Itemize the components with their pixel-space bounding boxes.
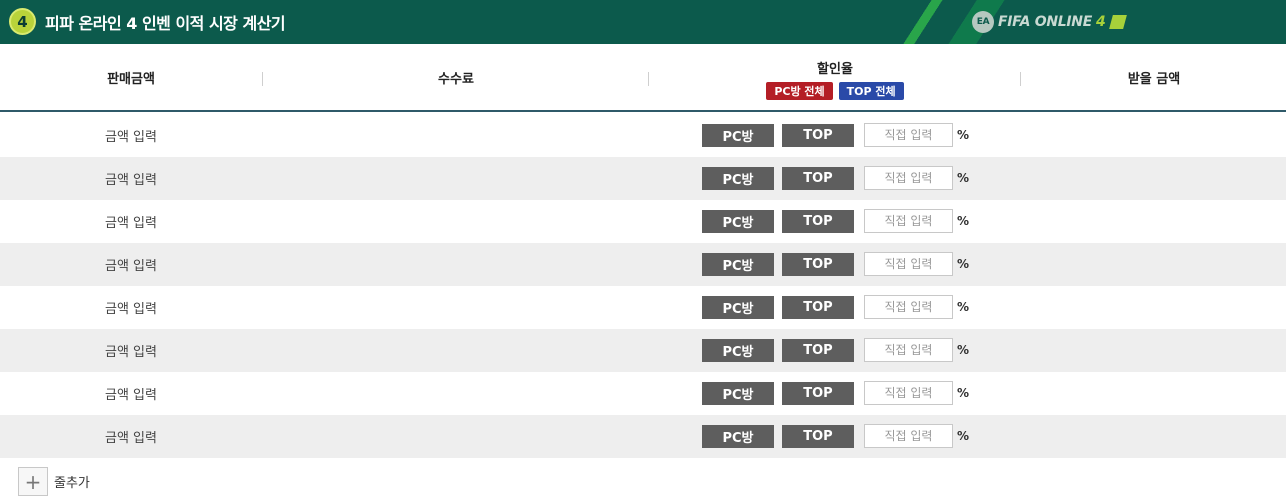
amount-input[interactable]: 금액 입력 [0,286,262,329]
top-button[interactable]: TOP [782,381,854,405]
table-row: 금액 입력 PC방 TOP % [0,286,1286,329]
add-row-button[interactable]: + [18,467,48,496]
fifa-online-logo: EA FIFA ONLINE 4 [972,10,1128,34]
table-row: 금액 입력 PC방 TOP % [0,243,1286,286]
discount-controls: PC방 TOP % [702,381,969,405]
direct-rate-input[interactable] [864,295,953,319]
pc-bang-button[interactable]: PC방 [702,295,774,319]
top-button[interactable]: TOP [782,123,854,147]
discount-controls: PC방 TOP % [702,338,969,362]
table-row: 금액 입력 PC방 TOP % [0,200,1286,243]
table-header: 판매금액 수수료 할인율 PC방 전체 TOP 전체 받을 금액 [0,44,1286,112]
discount-controls: PC방 TOP % [702,123,969,147]
table-row: 금액 입력 PC방 TOP % [0,114,1286,157]
direct-rate-input[interactable] [864,381,953,405]
discount-controls: PC방 TOP % [702,166,969,190]
fifa4-badge-icon: 4 [9,8,36,35]
pc-bang-button[interactable]: PC방 [702,381,774,405]
pc-bang-button[interactable]: PC방 [702,252,774,276]
direct-rate-input[interactable] [864,338,953,362]
top-button[interactable]: TOP [782,166,854,190]
percent-sign: % [957,128,970,142]
direct-rate-input[interactable] [864,123,953,147]
pc-bang-button[interactable]: PC방 [702,424,774,448]
table-row: 금액 입력 PC방 TOP % [0,157,1286,200]
percent-sign: % [957,171,970,185]
logo-text: FIFA ONLINE [998,14,1092,30]
top-button[interactable]: TOP [782,252,854,276]
discount-controls: PC방 TOP % [702,295,969,319]
top-all-button[interactable]: TOP 전체 [838,82,904,100]
amount-input[interactable]: 금액 입력 [0,157,262,200]
top-button[interactable]: TOP [782,209,854,233]
table-row: 금액 입력 PC방 TOP % [0,372,1286,415]
logo-slash-icon [1109,15,1128,29]
ea-logo-icon: EA [972,11,994,33]
calc-rows: 금액 입력 PC방 TOP % 금액 입력 PC방 TOP % 금액 입력 PC… [0,114,1286,458]
amount-input[interactable]: 금액 입력 [0,415,262,458]
logo-number: 4 [1095,14,1106,30]
discount-all-buttons: PC방 전체 TOP 전체 [766,82,904,100]
percent-sign: % [957,214,970,228]
top-button[interactable]: TOP [782,338,854,362]
table-row: 금액 입력 PC방 TOP % [0,415,1286,458]
header-fee: 수수료 [438,71,474,87]
direct-rate-input[interactable] [864,166,953,190]
pc-bang-button[interactable]: PC방 [702,166,774,190]
percent-sign: % [957,300,970,314]
discount-controls: PC방 TOP % [702,209,969,233]
discount-controls: PC방 TOP % [702,252,969,276]
pc-bang-button[interactable]: PC방 [702,209,774,233]
direct-rate-input[interactable] [864,424,953,448]
direct-rate-input[interactable] [864,209,953,233]
table-row: 금액 입력 PC방 TOP % [0,329,1286,372]
add-row-control: + 줄추가 [18,467,90,496]
header-divider [1020,72,1021,86]
header-divider [262,72,263,86]
header-sale-amount: 판매금액 [107,71,155,87]
title-bar: 4 피파 온라인 4 인벤 이적 시장 계산기 EA FIFA ONLINE 4 [0,0,1286,44]
header-divider [648,72,649,86]
pc-bang-button[interactable]: PC방 [702,338,774,362]
header-discount-label: 할인율 [817,62,853,77]
header-receive-amount: 받을 금액 [1127,71,1181,87]
percent-sign: % [957,343,970,357]
pc-bang-all-button[interactable]: PC방 전체 [766,82,833,100]
amount-input[interactable]: 금액 입력 [0,243,262,286]
percent-sign: % [957,257,970,271]
direct-rate-input[interactable] [864,252,953,276]
amount-input[interactable]: 금액 입력 [0,372,262,415]
pc-bang-button[interactable]: PC방 [702,123,774,147]
amount-input[interactable]: 금액 입력 [0,114,262,157]
amount-input[interactable]: 금액 입력 [0,329,262,372]
add-row-label[interactable]: 줄추가 [54,472,90,491]
header-discount: 할인율 PC방 전체 TOP 전체 [650,44,1020,110]
top-button[interactable]: TOP [782,424,854,448]
amount-input[interactable]: 금액 입력 [0,200,262,243]
plus-icon: + [24,469,42,494]
discount-controls: PC방 TOP % [702,424,969,448]
percent-sign: % [957,386,970,400]
page-title: 피파 온라인 4 인벤 이적 시장 계산기 [45,14,286,33]
percent-sign: % [957,429,970,443]
top-button[interactable]: TOP [782,295,854,319]
